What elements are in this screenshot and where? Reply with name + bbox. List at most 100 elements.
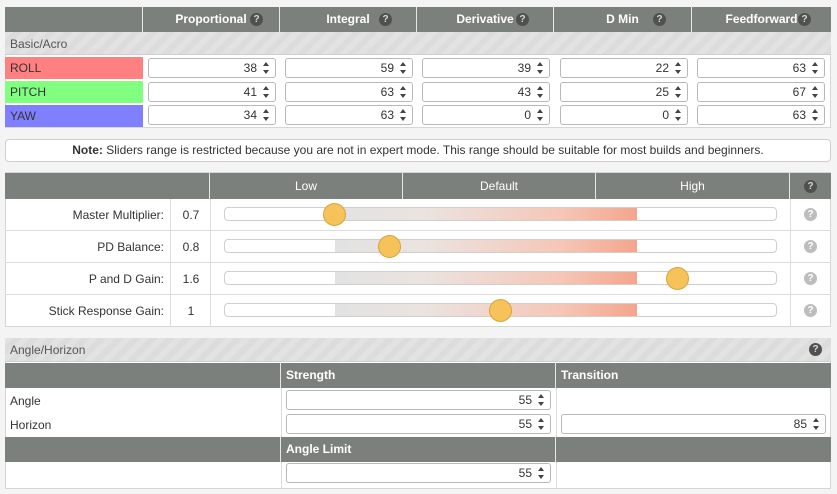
yaw-feedforward-input[interactable]: 63 <box>697 105 825 125</box>
pitch-derivative-input[interactable]: 43 <box>422 82 550 102</box>
p-and-d-gain-slider[interactable] <box>224 271 777 285</box>
help-icon[interactable]: ? <box>516 13 529 26</box>
angle-row-label: Angle <box>10 394 41 408</box>
spinner-arrows-icon[interactable] <box>399 85 408 99</box>
column-header-feedforward: Feedforward ? <box>692 7 831 32</box>
input-value: 55 <box>518 417 532 431</box>
spinner-arrows-icon[interactable] <box>537 466 546 480</box>
input-value: 63 <box>380 108 394 122</box>
help-icon[interactable]: ? <box>653 13 666 26</box>
transition-header: Transition <box>556 363 831 388</box>
spinner-arrows-icon[interactable] <box>811 108 820 122</box>
spinner-arrows-icon[interactable] <box>262 85 271 99</box>
yaw-derivative-input[interactable]: 0 <box>422 105 550 125</box>
column-label: Feedforward <box>725 12 798 26</box>
yaw-dmin-input[interactable]: 0 <box>560 105 688 125</box>
input-value: 39 <box>517 61 531 75</box>
angle-horizon-title: Angle/Horizon <box>10 343 86 357</box>
spinner-arrows-icon[interactable] <box>262 61 271 75</box>
pitch-integral-input[interactable]: 63 <box>285 82 413 102</box>
help-icon[interactable]: ? <box>379 13 392 26</box>
spinner-arrows-icon[interactable] <box>811 61 820 75</box>
pitch-feedforward-input[interactable]: 67 <box>697 82 825 102</box>
column-label: D Min <box>606 12 639 26</box>
slider-row-divider <box>5 294 831 295</box>
roll-feedforward-input[interactable]: 63 <box>697 58 825 78</box>
help-icon[interactable]: ? <box>250 13 263 26</box>
slider-divider <box>210 199 211 327</box>
angle-horizon-title-bar: Angle/Horizon ? <box>5 338 831 362</box>
roll-integral-input[interactable]: 59 <box>285 58 413 78</box>
angle-limit-header: Angle Limit <box>281 437 556 462</box>
help-icon[interactable]: ? <box>804 208 817 221</box>
angle-limit-header-corner <box>5 437 281 462</box>
spinner-arrows-icon[interactable] <box>536 85 545 99</box>
input-value: 67 <box>792 85 806 99</box>
stick-response-gain-slider-thumb[interactable] <box>489 299 512 322</box>
column-header-integral: Integral ? <box>280 7 417 32</box>
spinner-arrows-icon[interactable] <box>674 61 683 75</box>
row-label-roll: ROLL <box>5 57 143 79</box>
spinner-arrows-icon[interactable] <box>399 61 408 75</box>
column-label: Integral <box>326 12 370 26</box>
roll-dmin-input[interactable]: 22 <box>560 58 688 78</box>
input-value: 41 <box>243 85 257 99</box>
p-and-d-gain-slider-thumb[interactable] <box>665 267 689 290</box>
roll-proportional-input[interactable]: 38 <box>148 58 276 78</box>
input-value: 63 <box>380 85 394 99</box>
slider-header-low: Low <box>210 173 403 199</box>
pitch-proportional-input[interactable]: 41 <box>148 82 276 102</box>
spinner-arrows-icon[interactable] <box>536 108 545 122</box>
help-icon[interactable]: ? <box>804 180 817 193</box>
spinner-arrows-icon[interactable] <box>399 108 408 122</box>
column-header-derivative: Derivative ? <box>417 7 554 32</box>
horizon-transition-input[interactable]: 85 <box>561 414 826 434</box>
slider-label-stick-response-gain: Stick Response Gain: <box>48 304 164 318</box>
column-label: Proportional <box>175 12 247 26</box>
spinner-arrows-icon[interactable] <box>674 108 683 122</box>
spinner-arrows-icon[interactable] <box>262 108 271 122</box>
angle-limit-input[interactable]: 55 <box>286 463 551 483</box>
slider-divider <box>170 199 171 327</box>
input-value: 38 <box>243 61 257 75</box>
slider-range-fill <box>335 272 637 284</box>
help-icon[interactable]: ? <box>804 240 817 253</box>
section-basic-acro: Basic/Acro <box>5 32 831 55</box>
help-icon[interactable]: ? <box>809 343 822 356</box>
input-value: 85 <box>793 417 807 431</box>
master-multiplier-slider[interactable] <box>224 207 777 221</box>
angle-strength-input[interactable]: 55 <box>286 390 551 410</box>
yaw-integral-input[interactable]: 63 <box>285 105 413 125</box>
expert-mode-note: Note: Sliders range is restricted becaus… <box>5 139 831 162</box>
spinner-arrows-icon[interactable] <box>811 85 820 99</box>
horizon-row-label: Horizon <box>10 418 52 432</box>
roll-derivative-input[interactable]: 39 <box>422 58 550 78</box>
note-text: Sliders range is restricted because you … <box>102 143 764 157</box>
horizon-strength-input[interactable]: 55 <box>286 414 551 434</box>
help-icon[interactable]: ? <box>804 272 817 285</box>
pd-balance-slider[interactable] <box>224 239 777 253</box>
slider-label-p-and-d-gain: P and D Gain: <box>88 272 164 286</box>
strength-header-label: Strength <box>286 368 336 382</box>
help-icon[interactable]: ? <box>804 304 817 317</box>
column-header-proportional: Proportional ? <box>143 7 280 32</box>
input-value: 63 <box>792 61 806 75</box>
input-value: 59 <box>380 61 394 75</box>
help-icon[interactable]: ? <box>798 13 811 26</box>
spinner-arrows-icon[interactable] <box>674 85 683 99</box>
spinner-arrows-icon[interactable] <box>537 393 546 407</box>
input-value: 0 <box>662 108 669 122</box>
spinner-arrows-icon[interactable] <box>812 417 821 431</box>
slider-value-p-and-d-gain: 1.6 <box>182 272 200 286</box>
slider-value-stick-response-gain: 1 <box>187 304 195 318</box>
angle-limit-header-label: Angle Limit <box>286 442 352 456</box>
spinner-arrows-icon[interactable] <box>536 61 545 75</box>
angle-limit-header-filler <box>556 437 831 462</box>
spinner-arrows-icon[interactable] <box>537 417 546 431</box>
yaw-proportional-input[interactable]: 34 <box>148 105 276 125</box>
section-label: Basic/Acro <box>10 37 68 51</box>
slider-header-help: ? <box>790 173 831 199</box>
slider-value-pd-balance: 0.8 <box>182 240 200 254</box>
master-multiplier-slider-thumb[interactable] <box>323 203 347 226</box>
pitch-dmin-input[interactable]: 25 <box>560 82 688 102</box>
